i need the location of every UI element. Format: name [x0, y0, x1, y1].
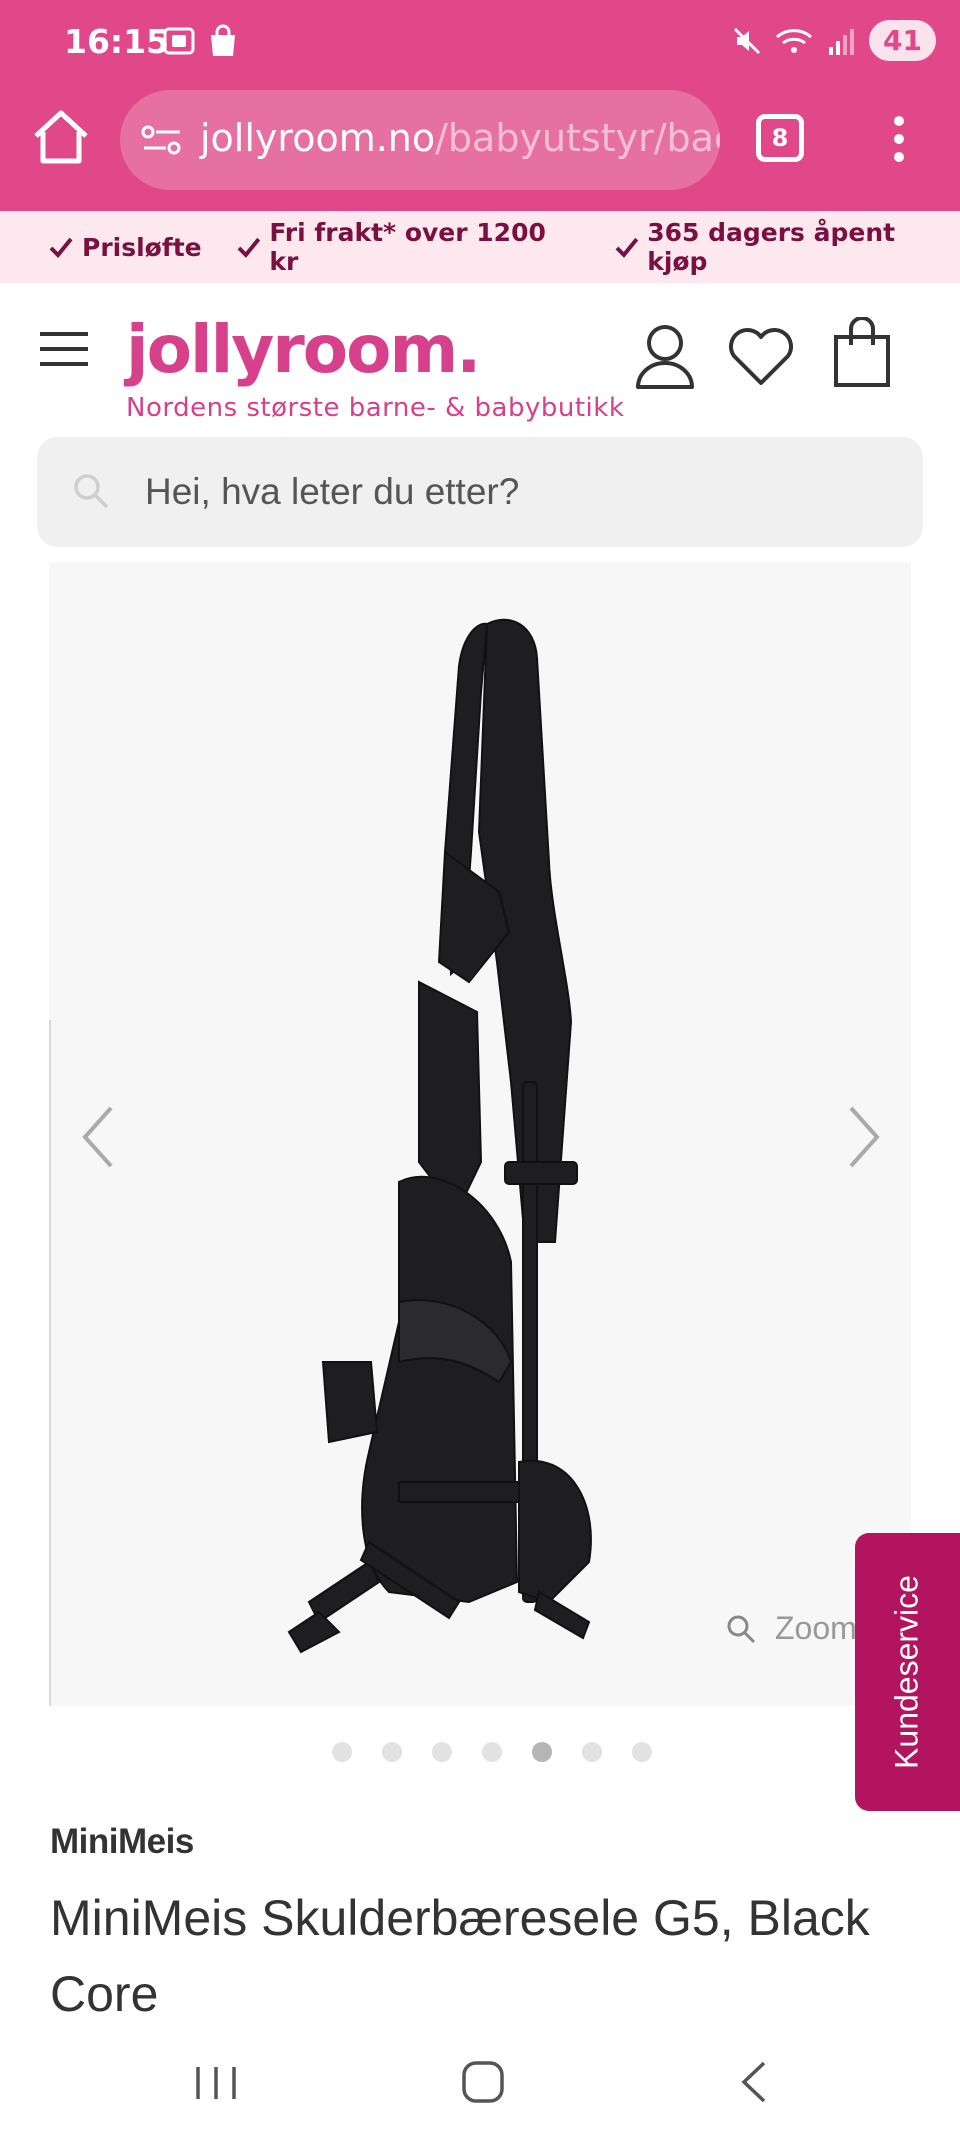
overflow-menu-icon[interactable]	[884, 114, 914, 164]
product-image[interactable]	[249, 602, 669, 1662]
gallery-dot[interactable]	[582, 1742, 602, 1762]
url-host: jollyroom.no	[200, 116, 436, 160]
battery-level: 41	[869, 20, 936, 61]
hamburger-menu-icon[interactable]	[40, 331, 88, 367]
system-nav-bar	[0, 2033, 960, 2133]
browser-home-icon[interactable]	[30, 106, 92, 168]
search-bar[interactable]	[37, 437, 923, 547]
gallery-prev-arrow-icon[interactable]	[77, 1102, 117, 1172]
url-path: /babyutstyr/baeresele	[435, 116, 720, 160]
wishlist-heart-icon[interactable]	[726, 325, 796, 387]
zoom-label: Zoom	[775, 1610, 857, 1646]
gallery-dot[interactable]	[332, 1742, 352, 1762]
site-logo[interactable]: jollyroom.	[126, 311, 481, 388]
zoom-icon	[727, 1615, 756, 1643]
account-icon[interactable]	[634, 323, 696, 389]
wifi-icon	[776, 28, 813, 53]
product-title: MiniMeis Skulderbæresele G5, Black Core	[50, 1890, 870, 2022]
customer-service-label: Kundeservice	[888, 1575, 925, 1769]
shopping-bag-icon[interactable]	[832, 317, 892, 389]
search-input[interactable]	[145, 465, 885, 519]
site-settings-icon[interactable]	[140, 120, 184, 160]
address-row: jollyroom.no/babyutstyr/baeresele 8	[0, 84, 960, 194]
product-brand[interactable]: MiniMeis	[50, 1822, 194, 1862]
nav-back-icon[interactable]	[736, 2059, 770, 2105]
gallery-next-arrow-icon[interactable]	[845, 1102, 885, 1172]
nav-home-icon[interactable]	[460, 2059, 506, 2105]
usp-label: Fri frakt* over 1200 kr	[269, 218, 546, 276]
product-gallery[interactable]: Zoom	[49, 562, 911, 1706]
usp-label: Prisløfte	[82, 232, 202, 262]
screenshot-icon	[163, 27, 195, 55]
usp-item: Fri frakt* over 1200 kr	[236, 218, 580, 276]
gallery-edge-divider	[49, 1020, 51, 1706]
status-time: 16:15	[64, 22, 170, 61]
address-bar[interactable]: jollyroom.no/babyutstyr/baeresele	[120, 90, 720, 190]
url-text: jollyroom.no/babyutstyr/baeresele	[200, 116, 720, 160]
tab-switcher-button[interactable]: 8	[756, 114, 804, 162]
usp-item: 365 dagers åpent kjøp	[614, 218, 960, 276]
customer-service-tab[interactable]: Kundeservice	[855, 1533, 960, 1811]
gallery-dot[interactable]	[432, 1742, 452, 1762]
gallery-dot[interactable]	[382, 1742, 402, 1762]
zoom-button[interactable]: Zoom	[725, 1610, 857, 1647]
shopping-bag-notification-icon	[211, 24, 235, 56]
gallery-dot[interactable]	[632, 1742, 652, 1762]
recent-apps-icon[interactable]	[192, 2063, 240, 2103]
gallery-dot-active[interactable]	[532, 1742, 552, 1762]
usp-label: 365 dagers åpent kjøp	[647, 218, 896, 276]
status-system-icons: 41	[731, 20, 936, 61]
site-header: jollyroom. Nordens største barne- & baby…	[0, 283, 960, 433]
signal-icon	[829, 28, 855, 55]
browser-chrome: 16:15 41 jollyroom.no/babyutstyr/ba 8	[0, 0, 960, 211]
usp-strip: Prisløfte Fri frakt* over 1200 kr 365 da…	[0, 211, 960, 283]
check-icon	[49, 237, 73, 258]
check-icon	[237, 237, 260, 258]
gallery-pagination	[332, 1742, 652, 1762]
site-tagline: Nordens største barne- & babybutikk	[126, 393, 625, 423]
check-icon	[615, 237, 638, 258]
status-bar: 16:15 41	[0, 0, 960, 84]
status-notification-icons	[162, 24, 238, 58]
gallery-dot[interactable]	[482, 1742, 502, 1762]
search-icon	[74, 474, 109, 509]
usp-item: Prisløfte	[48, 233, 202, 262]
mute-icon	[733, 27, 761, 54]
